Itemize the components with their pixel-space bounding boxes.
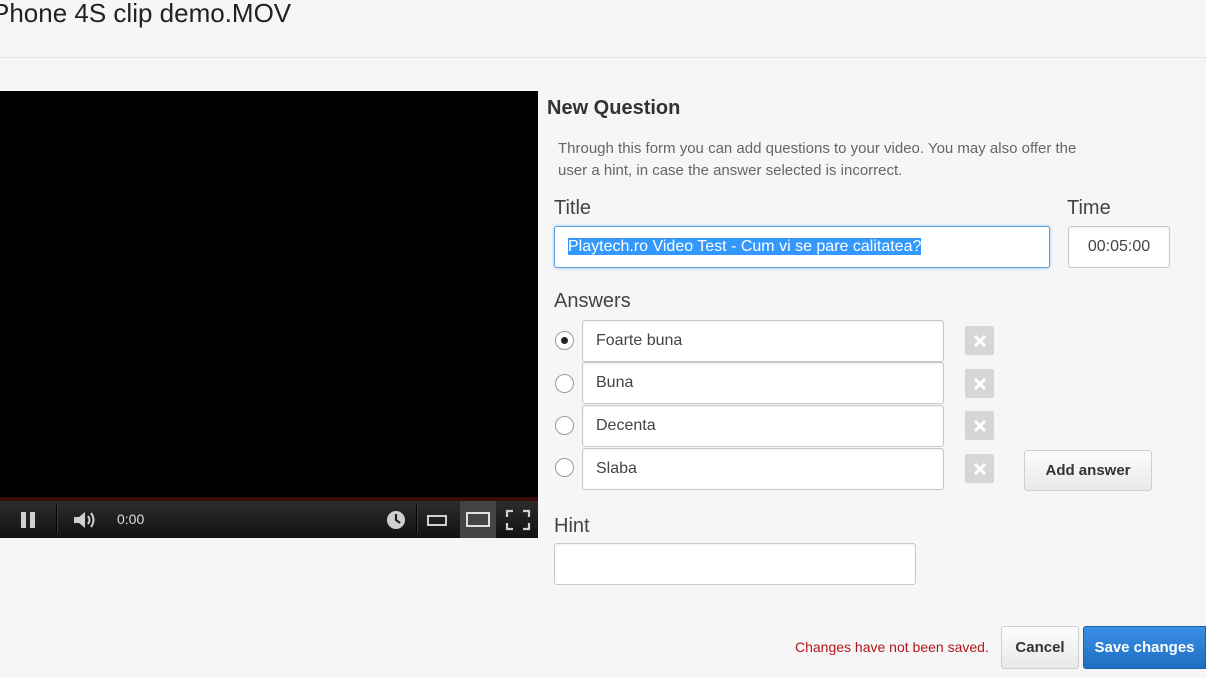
hint-input[interactable] bbox=[554, 543, 916, 585]
title-input[interactable]: Playtech.ro Video Test - Cum vi se pare … bbox=[554, 226, 1050, 268]
large-player-icon bbox=[466, 511, 490, 527]
video-player[interactable]: 0:00 bbox=[0, 91, 538, 538]
cancel-button[interactable]: Cancel bbox=[1001, 626, 1079, 669]
hint-label: Hint bbox=[554, 515, 590, 537]
fullscreen-button[interactable] bbox=[500, 501, 536, 538]
controls-separator bbox=[56, 505, 57, 534]
small-player-icon bbox=[427, 514, 447, 526]
large-player-button[interactable] bbox=[460, 501, 496, 538]
title-input-selection: Playtech.ro Video Test - Cum vi se pare … bbox=[568, 238, 922, 255]
player-controls: 0:00 bbox=[0, 501, 538, 538]
time-label: Time bbox=[1067, 197, 1111, 219]
add-answer-button[interactable]: Add answer bbox=[1024, 450, 1152, 491]
watch-later-button[interactable] bbox=[380, 501, 412, 538]
answer-radio[interactable] bbox=[555, 331, 574, 350]
close-icon bbox=[973, 419, 986, 432]
unsaved-changes-message: Changes have not been saved. bbox=[795, 639, 989, 655]
header-divider bbox=[0, 57, 1206, 58]
form-description: Through this form you can add questions … bbox=[558, 140, 1077, 179]
time-input[interactable] bbox=[1068, 226, 1170, 268]
answer-radio[interactable] bbox=[555, 416, 574, 435]
answers-label: Answers bbox=[554, 290, 631, 312]
answer-input[interactable]: Decenta bbox=[582, 405, 944, 447]
title-label: Title bbox=[554, 197, 592, 219]
current-time: 0:00 bbox=[117, 511, 145, 527]
answer-input[interactable]: Buna bbox=[582, 362, 944, 404]
fullscreen-icon bbox=[505, 509, 531, 530]
small-player-button[interactable] bbox=[420, 501, 454, 538]
volume-button[interactable] bbox=[68, 501, 104, 538]
close-icon bbox=[973, 377, 986, 390]
remove-answer-button[interactable] bbox=[965, 369, 994, 398]
answer-radio[interactable] bbox=[555, 374, 574, 393]
watch-later-icon bbox=[387, 510, 405, 529]
close-icon bbox=[973, 334, 986, 347]
answer-input[interactable]: Slaba bbox=[582, 448, 944, 490]
form-heading: New Question bbox=[547, 97, 681, 119]
remove-answer-button[interactable] bbox=[965, 454, 994, 483]
page-title: Phone 4S clip demo.MOV bbox=[0, 0, 292, 28]
pause-button[interactable] bbox=[10, 501, 46, 538]
save-changes-button[interactable]: Save changes bbox=[1083, 626, 1206, 669]
answer-radio[interactable] bbox=[555, 458, 574, 477]
remove-answer-button[interactable] bbox=[965, 411, 994, 440]
volume-icon bbox=[74, 511, 95, 528]
answer-input[interactable]: Foarte buna bbox=[582, 320, 944, 362]
close-icon bbox=[973, 462, 986, 475]
pause-icon bbox=[21, 511, 35, 528]
controls-separator bbox=[416, 505, 417, 534]
remove-answer-button[interactable] bbox=[965, 326, 994, 355]
